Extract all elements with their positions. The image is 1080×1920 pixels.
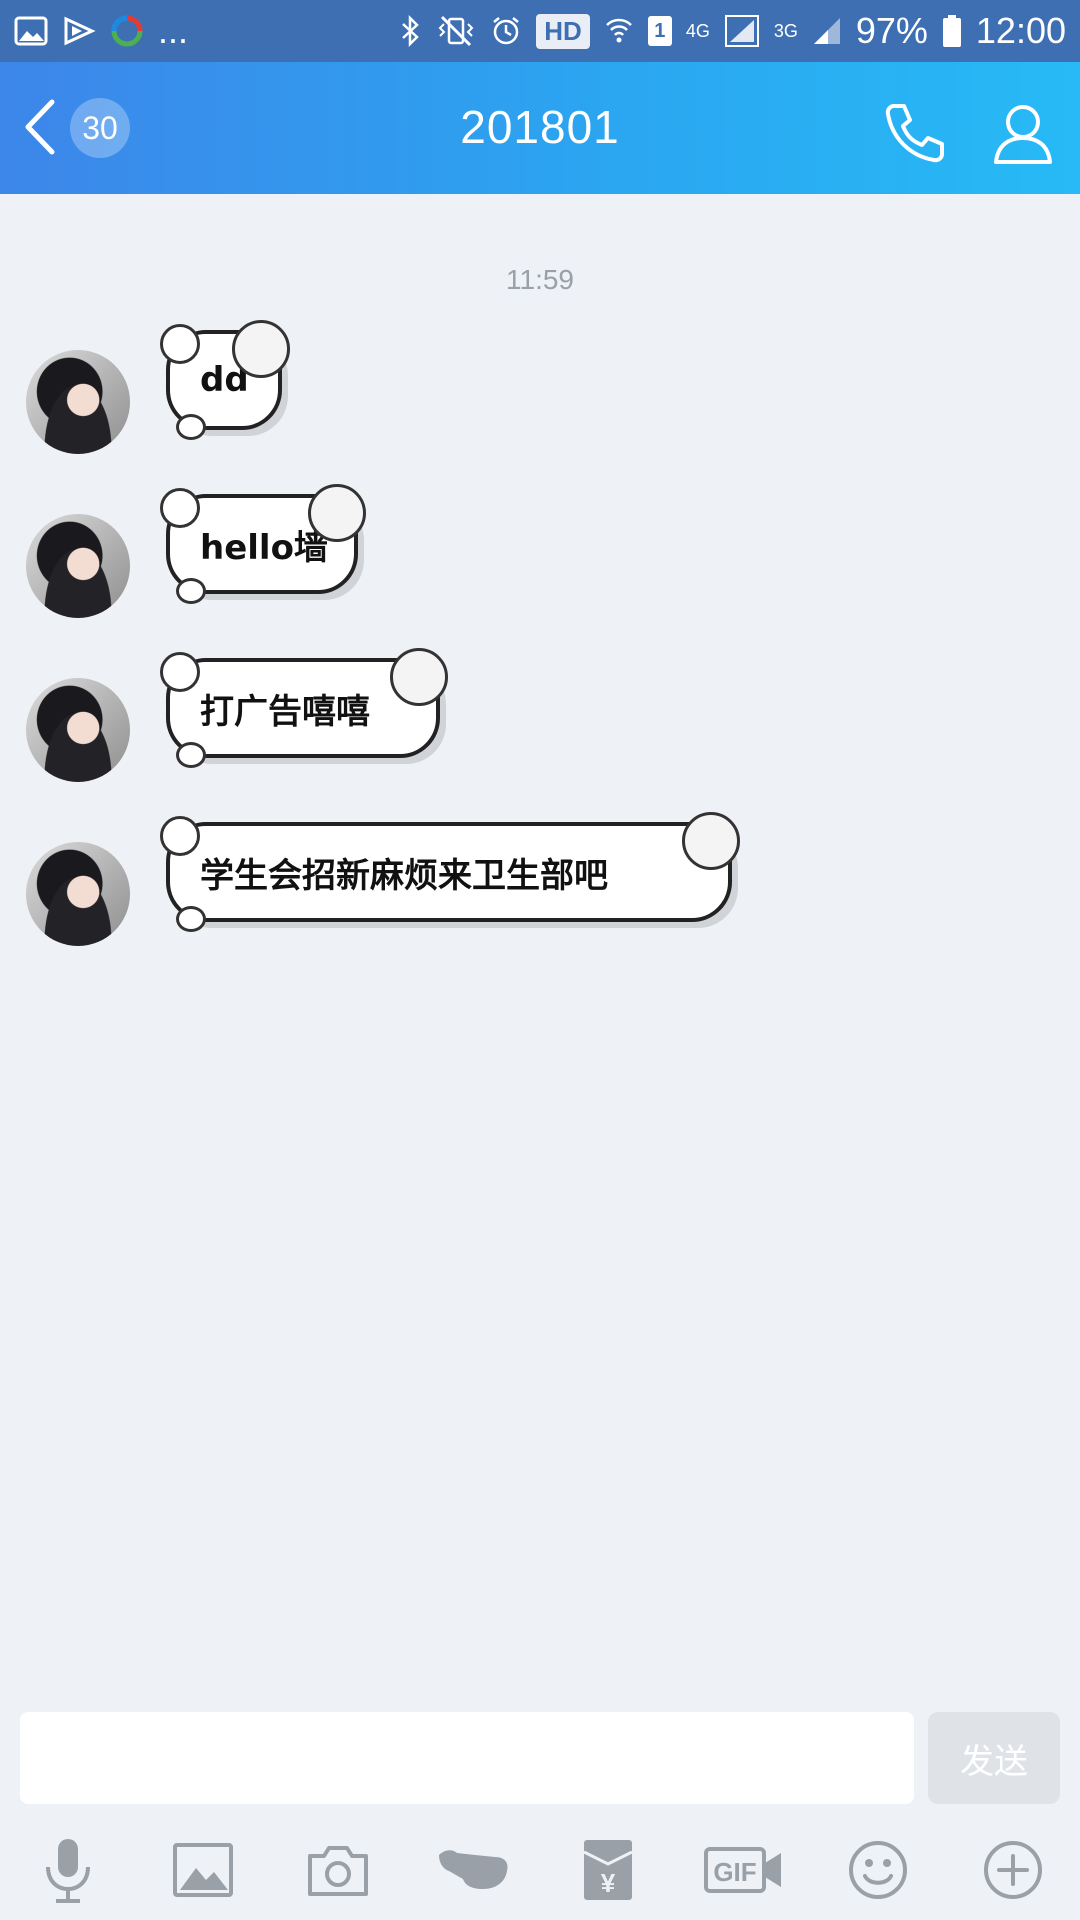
gif-button[interactable]: GIF	[703, 1832, 785, 1912]
hd-voice-badge: HD	[536, 13, 590, 49]
gallery-notification-icon	[14, 16, 48, 46]
bubble-decoration	[160, 324, 200, 364]
poke-button[interactable]	[433, 1832, 513, 1912]
voice-call-button[interactable]	[880, 98, 950, 168]
wifi-icon	[604, 15, 634, 47]
avatar[interactable]	[26, 678, 130, 782]
person-icon	[988, 105, 1058, 172]
network-type-3g: 3G	[773, 20, 798, 41]
sim-slot-badge: 1	[647, 16, 672, 46]
bubble-decoration	[160, 488, 200, 528]
battery-percentage: 97%	[855, 10, 928, 51]
meme-face-icon	[682, 812, 740, 870]
bubble-tail	[176, 414, 206, 440]
message-text: 打广告嘻嘻	[200, 691, 370, 732]
plus-icon	[982, 1839, 1044, 1905]
contact-profile-button[interactable]	[988, 98, 1058, 168]
gif-icon: GIF	[703, 1845, 785, 1899]
signal-strength-icon-sim2	[812, 16, 842, 46]
emoji-icon	[847, 1839, 909, 1905]
phone-icon	[880, 104, 950, 172]
bubble-tail	[176, 578, 206, 604]
photo-button[interactable]	[163, 1832, 243, 1912]
send-button[interactable]: 发送	[928, 1712, 1060, 1804]
message-timestamp: 11:59	[506, 264, 574, 295]
composer: 发送	[20, 1712, 1060, 1804]
bubble-tail	[176, 742, 206, 768]
battery-icon	[942, 14, 962, 48]
voice-input-button[interactable]	[28, 1832, 108, 1912]
gif-label: GIF	[713, 1857, 756, 1887]
message-bubble[interactable]: hello墙	[160, 484, 366, 604]
camera-icon	[306, 1842, 370, 1902]
bubble-decoration	[160, 816, 200, 856]
emoji-button[interactable]	[838, 1832, 918, 1912]
avatar[interactable]	[26, 842, 130, 946]
meme-face-icon	[390, 648, 448, 706]
message-text: hello墙	[200, 527, 328, 568]
microphone-icon	[38, 1835, 98, 1909]
vibrate-mute-icon	[436, 15, 476, 47]
message-bubble[interactable]: dd	[160, 320, 290, 440]
bluetooth-icon	[400, 15, 422, 47]
meme-face-icon	[308, 484, 366, 542]
message-input[interactable]	[20, 1712, 914, 1804]
app-notification-icon	[110, 14, 144, 48]
chat-header: 30 201801	[0, 62, 1080, 194]
image-icon	[172, 1842, 234, 1902]
avatar[interactable]	[26, 514, 130, 618]
more-button[interactable]	[973, 1832, 1053, 1912]
status-bar: ... HD 1 4G 3G 97% 12:00	[0, 0, 1080, 62]
bubble-tail	[176, 906, 206, 932]
signal-strength-icon-sim1	[724, 14, 760, 48]
video-notification-icon	[62, 16, 96, 46]
yen-symbol: ¥	[601, 1868, 616, 1898]
message-text: 学生会招新麻烦来卫生部吧	[200, 855, 608, 896]
camera-button[interactable]	[298, 1832, 378, 1912]
network-type-4g: 4G	[685, 20, 710, 41]
more-notifications-indicator: ...	[158, 10, 189, 51]
avatar[interactable]	[26, 350, 130, 454]
bubble-decoration	[160, 652, 200, 692]
message-bubble[interactable]: 打广告嘻嘻	[160, 648, 448, 768]
poke-icon	[435, 1845, 511, 1899]
red-packet-icon: ¥	[582, 1838, 634, 1906]
red-packet-button[interactable]: ¥	[568, 1832, 648, 1912]
alarm-icon	[490, 15, 522, 47]
meme-face-icon	[232, 320, 290, 378]
message-bubble[interactable]: 学生会招新麻烦来卫生部吧	[160, 812, 740, 932]
clock: 12:00	[975, 10, 1066, 51]
input-toolbar: ¥ GIF	[0, 1832, 1080, 1912]
